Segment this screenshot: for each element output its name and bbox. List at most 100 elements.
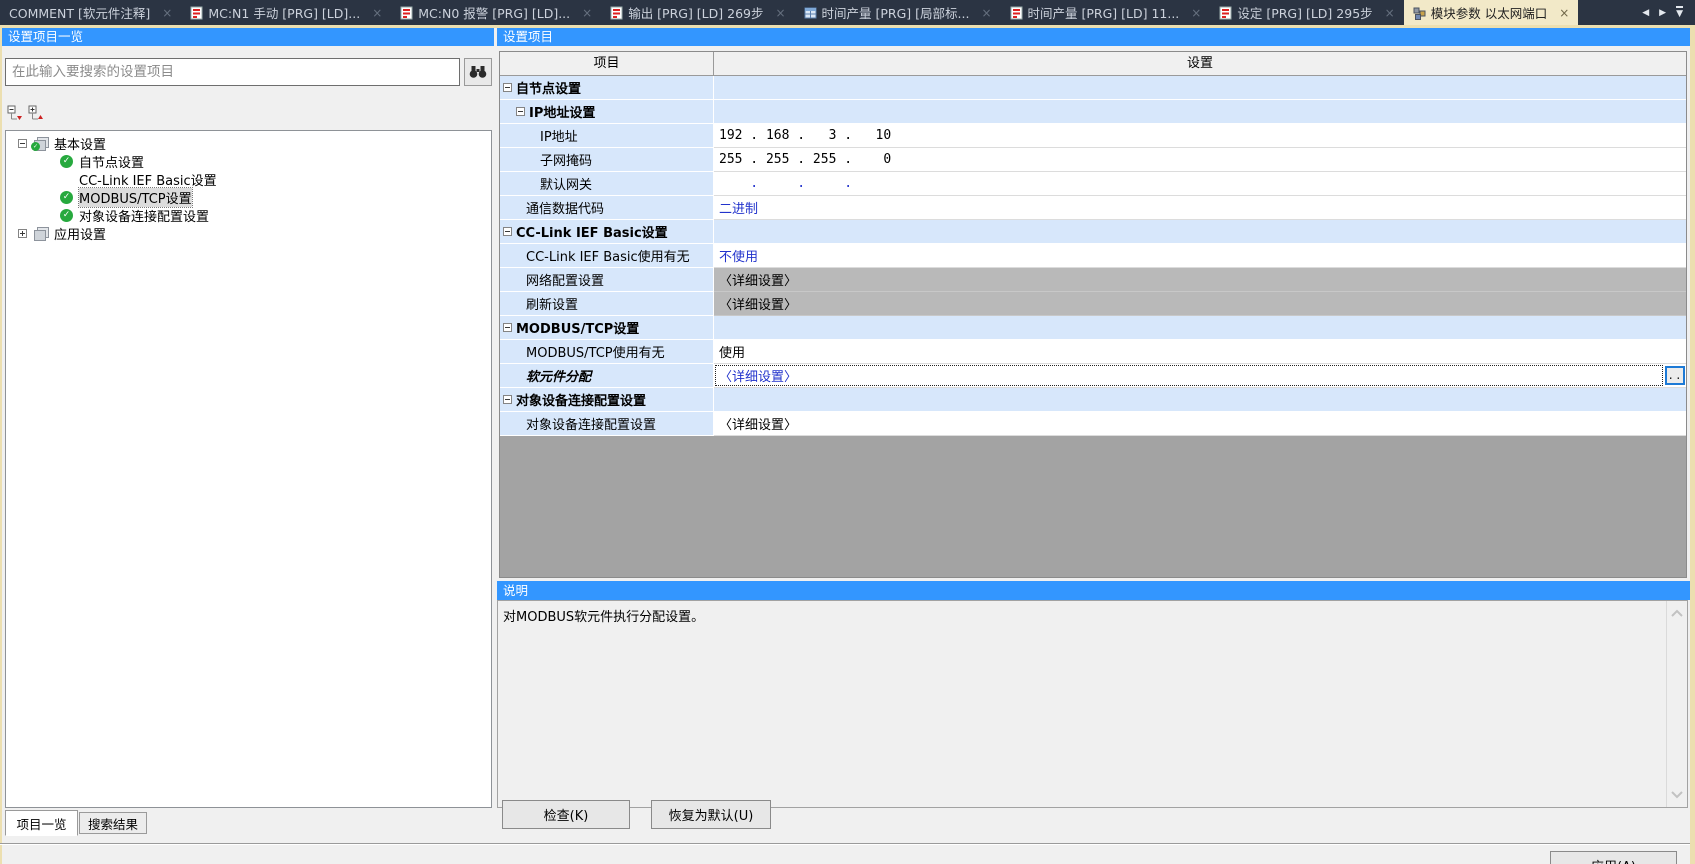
tab-item-list[interactable]: 项目一览 <box>5 810 78 836</box>
table-row-group[interactable]: IP地址设置 <box>500 100 1686 124</box>
collapse-expander-icon[interactable] <box>18 139 27 148</box>
tree-item-own-node[interactable]: ✓ 自节点设置 <box>6 152 491 170</box>
module-parameter-icon <box>1413 6 1426 20</box>
table-row-group[interactable]: 自节点设置 <box>500 76 1686 100</box>
search-button[interactable] <box>464 58 492 86</box>
close-icon[interactable]: × <box>1191 6 1201 20</box>
setting-cell <box>714 316 1686 340</box>
description-header: 说明 <box>497 581 1690 600</box>
setting-item-list-header: 设置项目一览 <box>2 28 494 46</box>
close-icon[interactable]: × <box>162 6 172 20</box>
close-icon[interactable]: × <box>1559 6 1569 20</box>
tab-mc-n0-alarm[interactable]: MC:N0 报警 [PRG] [LD]... × <box>391 0 601 25</box>
subnet-mask-cell[interactable]: 255 . 255 . 255 . 0 <box>714 148 1686 172</box>
bottom-separator <box>0 843 1690 845</box>
ladder-program-icon <box>610 6 623 20</box>
tab-setting[interactable]: 设定 [PRG] [LD] 295步 × <box>1210 0 1403 25</box>
document-tab-bar: COMMENT [软元件注释] × MC:N1 手动 [PRG] [LD]...… <box>0 0 1695 25</box>
table-row[interactable]: 子网掩码 255 . 255 . 255 . 0 <box>500 148 1686 172</box>
scroll-up-icon[interactable] <box>1670 609 1684 618</box>
binoculars-icon <box>469 65 487 79</box>
description-scrollbar[interactable] <box>1666 601 1687 807</box>
close-icon[interactable]: × <box>1385 6 1395 20</box>
tab-label: MC:N0 报警 [PRG] [LD]... <box>418 3 570 22</box>
target-device-config-cell[interactable]: 〈详细设置〉 <box>714 412 1686 436</box>
tree-item-basic-settings[interactable]: ✓ 基本设置 <box>6 134 491 152</box>
cclink-use-cell[interactable]: 不使用 <box>714 244 1686 268</box>
search-input[interactable] <box>5 58 460 86</box>
tree-item-target-device-connection[interactable]: ✓ 对象设备连接配置设置 <box>6 206 491 224</box>
active-frame-border <box>1690 25 1695 864</box>
close-icon[interactable]: × <box>372 6 382 20</box>
check-icon: ✓ <box>60 191 73 204</box>
tab-mc-n1-manual[interactable]: MC:N1 手动 [PRG] [LD]... × <box>181 0 391 25</box>
refresh-setting-cell[interactable]: 〈详细设置〉 <box>714 292 1686 316</box>
column-header-item: 项目 <box>500 52 714 75</box>
collapse-expander-icon[interactable] <box>516 107 525 116</box>
table-row[interactable]: 网络配置设置 〈详细设置〉 <box>500 268 1686 292</box>
ip-address-cell[interactable]: 192 . 168 . 3 . 10 <box>714 124 1686 148</box>
table-row[interactable]: 通信数据代码 二进制 <box>500 196 1686 220</box>
device-assignment-cell[interactable]: 〈详细设置〉 .. <box>714 364 1686 388</box>
scroll-tabs-left-icon[interactable]: ◀ <box>1642 8 1649 18</box>
check-icon: ✓ <box>60 155 73 168</box>
table-row-group[interactable]: MODBUS/TCP设置 <box>500 316 1686 340</box>
tab-search-result[interactable]: 搜索结果 <box>79 812 147 834</box>
local-label-icon <box>804 6 817 20</box>
check-button[interactable]: 检查(K) <box>502 800 630 829</box>
network-config-cell[interactable]: 〈详细设置〉 <box>714 268 1686 292</box>
table-row[interactable]: MODBUS/TCP使用有无 使用 <box>500 340 1686 364</box>
modbus-use-cell[interactable]: 使用 <box>714 340 1686 364</box>
apply-button[interactable]: 应用(A) <box>1550 851 1677 864</box>
table-row-selected[interactable]: 软元件分配 〈详细设置〉 .. <box>500 364 1686 388</box>
collapse-expander-icon[interactable] <box>503 83 512 92</box>
comm-data-code-cell[interactable]: 二进制 <box>714 196 1686 220</box>
detail-setting-button[interactable]: .. <box>1665 366 1685 385</box>
ladder-program-icon <box>190 6 203 20</box>
expand-expander-icon[interactable] <box>18 229 27 238</box>
table-row[interactable]: 默认网关 . . . <box>500 172 1686 196</box>
tab-label: 时间产量 [PRG] [LD] 11... <box>1028 3 1180 22</box>
table-row[interactable]: CC-Link IEF Basic使用有无 不使用 <box>500 244 1686 268</box>
tab-list-dropdown-icon[interactable]: ▼ <box>1676 6 1683 19</box>
table-header-row: 项目 设置 <box>500 52 1686 76</box>
tab-module-parameter-ethernet[interactable]: 模块参数 以太网端口 × <box>1404 0 1579 25</box>
setting-item-header: 设置项目 <box>497 28 1690 46</box>
tab-hourly-output-label[interactable]: 时间产量 [PRG] [局部标... × <box>795 0 1001 25</box>
expand-all-icon[interactable] <box>28 104 46 122</box>
tab-comment[interactable]: COMMENT [软元件注释] × <box>0 0 181 25</box>
tab-scroll-controls: ◀ ▶ ▼ <box>1630 0 1695 25</box>
close-icon[interactable]: × <box>981 6 991 20</box>
table-row[interactable]: 对象设备连接配置设置 〈详细设置〉 <box>500 412 1686 436</box>
close-icon[interactable]: × <box>582 6 592 20</box>
tab-output[interactable]: 输出 [PRG] [LD] 269步 × <box>601 0 794 25</box>
table-row[interactable]: 刷新设置 〈详细设置〉 <box>500 292 1686 316</box>
description-panel: 对MODBUS软元件执行分配设置。 <box>497 600 1688 808</box>
default-gateway-cell[interactable]: . . . <box>714 172 1686 196</box>
tree-item-application-settings[interactable]: 应用设置 <box>6 224 491 242</box>
collapse-expander-icon[interactable] <box>503 227 512 236</box>
folder-check-icon: ✓ <box>33 137 48 150</box>
setting-cell <box>714 76 1686 100</box>
close-icon[interactable]: × <box>775 6 785 20</box>
table-row[interactable]: IP地址 192 . 168 . 3 . 10 <box>500 124 1686 148</box>
settings-table: 项目 设置 自节点设置 IP地址设置 IP地址 192 . 168 . 3 . … <box>499 51 1687 578</box>
tab-hourly-output-ld[interactable]: 时间产量 [PRG] [LD] 11... × <box>1001 0 1211 25</box>
table-row-group[interactable]: CC-Link IEF Basic设置 <box>500 220 1686 244</box>
tree-item-modbus-tcp[interactable]: ✓ MODBUS/TCP设置 <box>6 188 491 206</box>
setting-cell <box>714 100 1686 124</box>
ladder-program-icon <box>1010 6 1023 20</box>
setting-cell <box>714 220 1686 244</box>
description-text: 对MODBUS软元件执行分配设置。 <box>503 606 704 625</box>
scroll-tabs-right-icon[interactable]: ▶ <box>1659 8 1666 18</box>
column-header-setting: 设置 <box>714 52 1686 75</box>
tab-label: MC:N1 手动 [PRG] [LD]... <box>208 3 360 22</box>
tab-label: 时间产量 [PRG] [局部标... <box>822 3 970 22</box>
collapse-expander-icon[interactable] <box>503 323 512 332</box>
collapse-expander-icon[interactable] <box>503 395 512 404</box>
table-row-group[interactable]: 对象设备连接配置设置 <box>500 388 1686 412</box>
collapse-all-icon[interactable] <box>7 104 25 122</box>
tree-item-cclink-ief-basic[interactable]: CC-Link IEF Basic设置 <box>6 170 491 188</box>
scroll-down-icon[interactable] <box>1670 790 1684 799</box>
restore-default-button[interactable]: 恢复为默认(U) <box>651 800 771 829</box>
